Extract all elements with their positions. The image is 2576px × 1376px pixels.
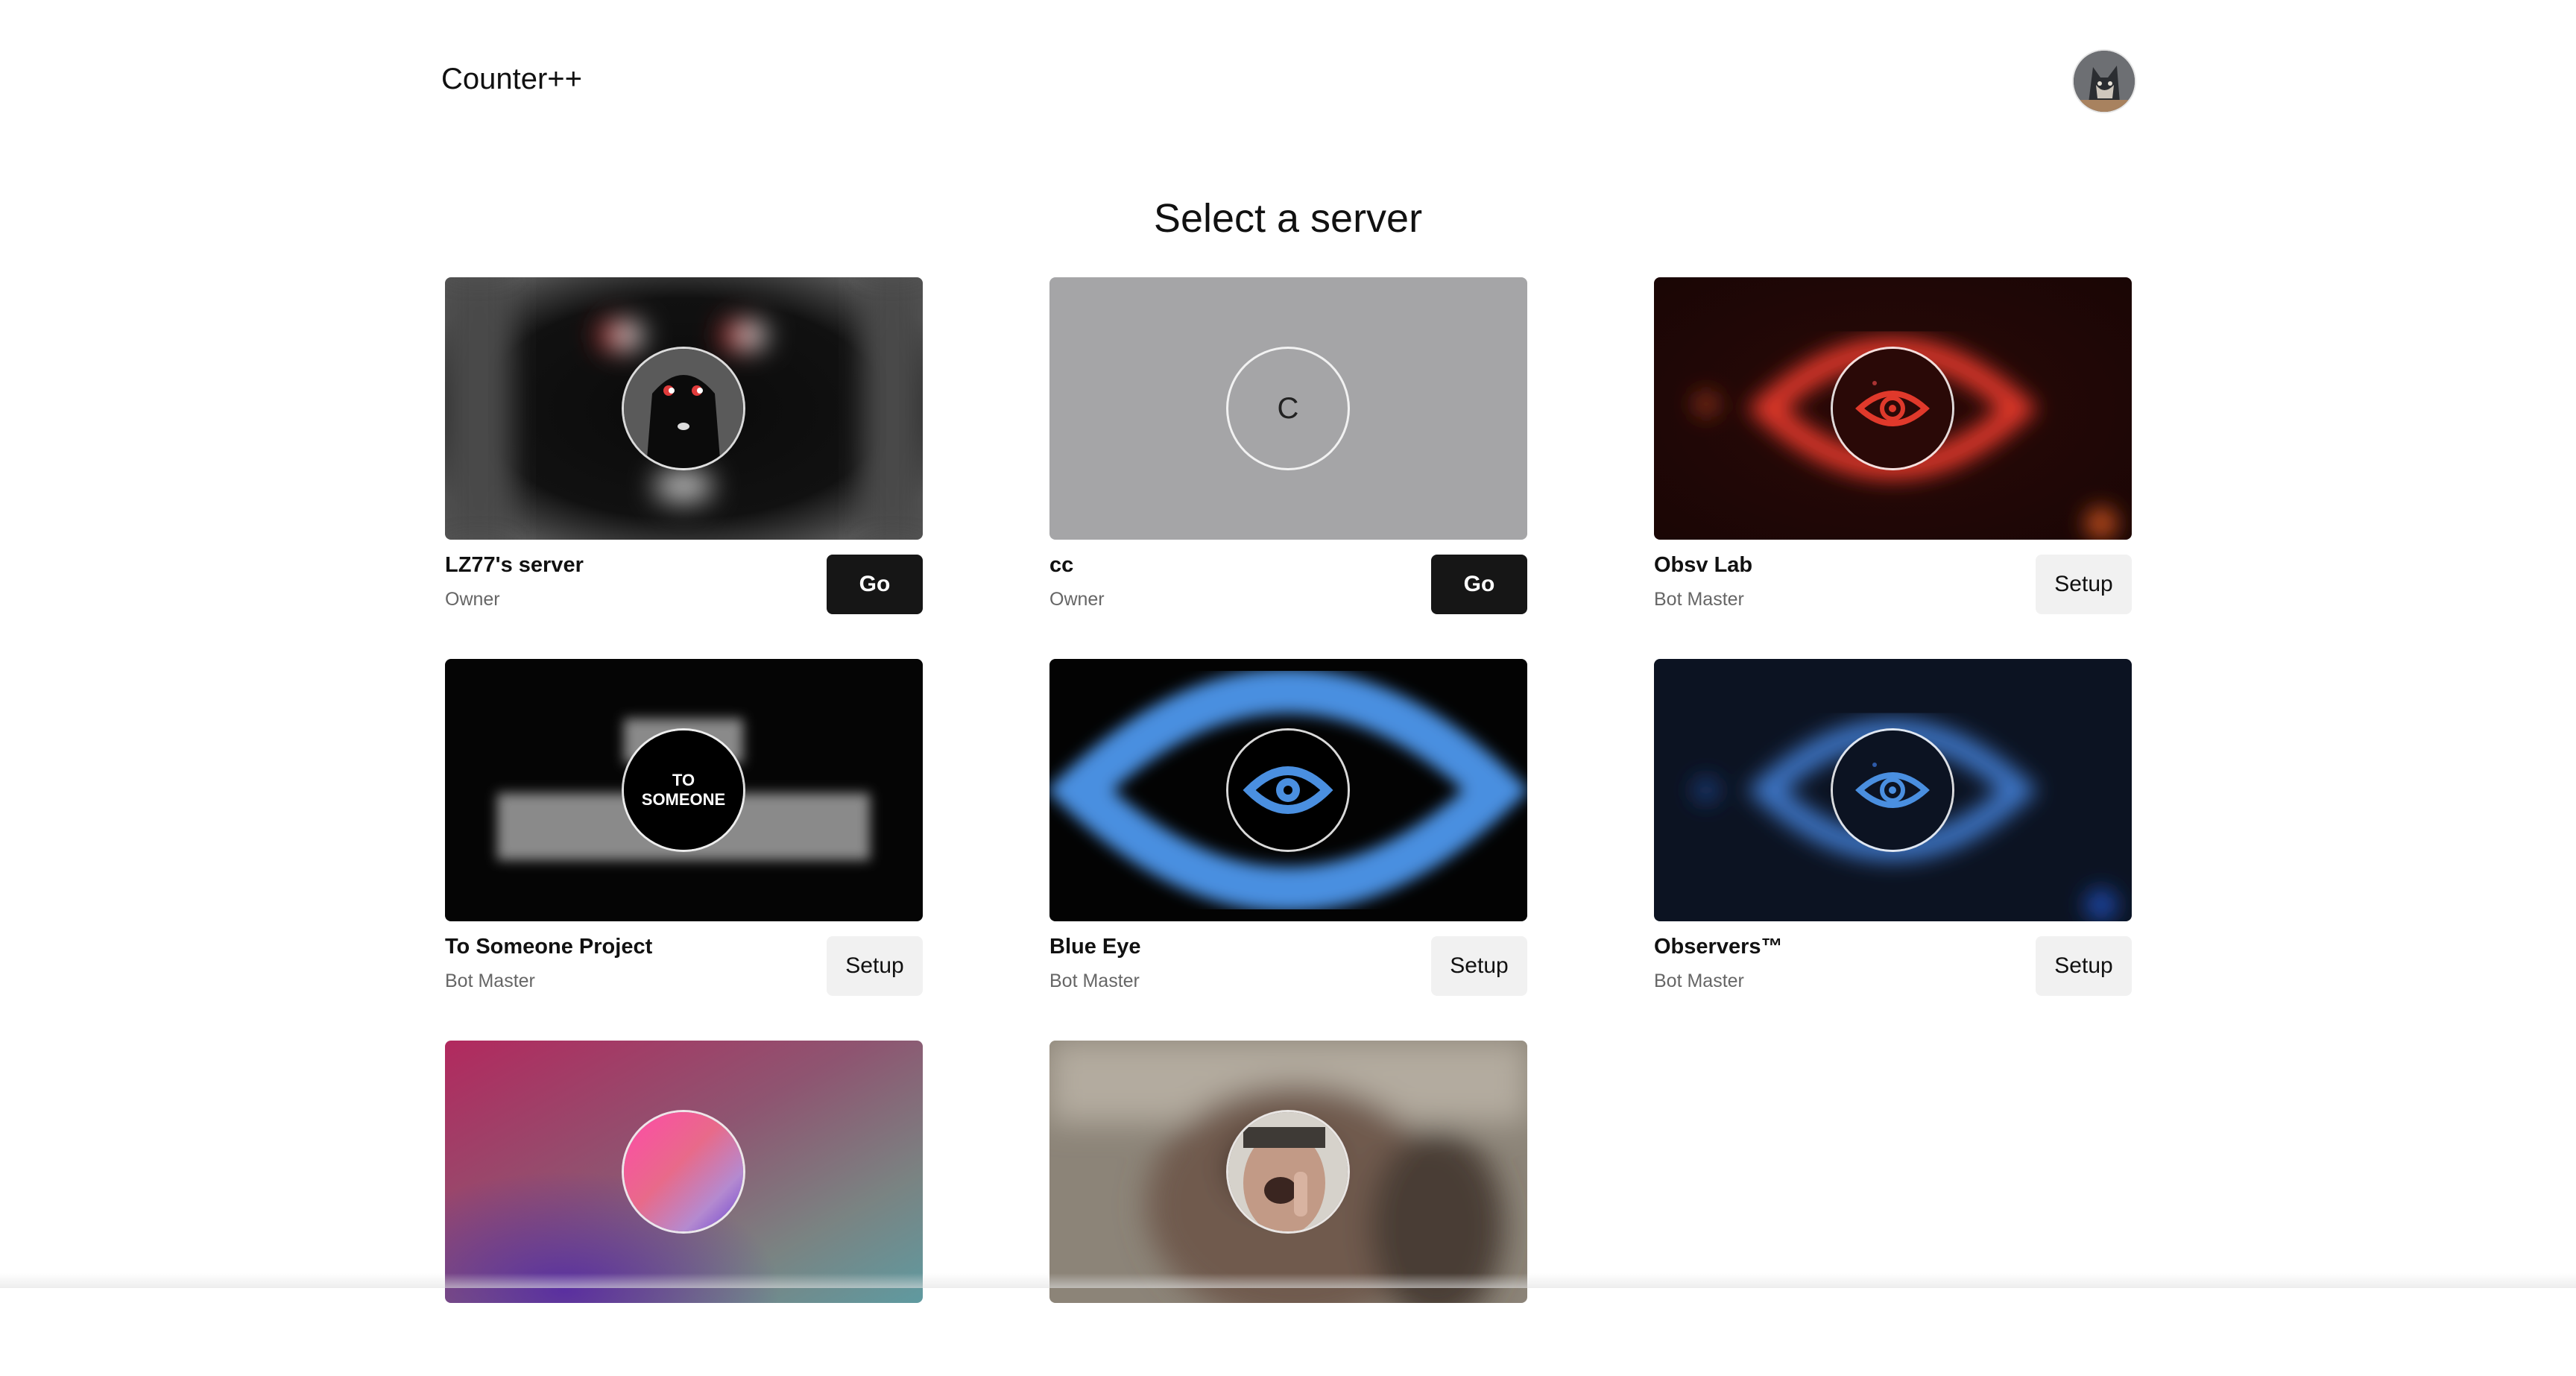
go-button[interactable]: Go xyxy=(827,555,923,614)
server-grid: LZ77's server Owner Go C cc Owner Go xyxy=(445,277,2132,1376)
server-icon: TO SOMEONE xyxy=(624,730,743,850)
avatar-image xyxy=(2074,51,2135,112)
page-title: Select a server xyxy=(0,195,2576,242)
server-banner[interactable] xyxy=(1049,1041,1527,1303)
server-card: Obsv Lab Bot Master Setup xyxy=(1654,277,2132,613)
setup-button[interactable]: Setup xyxy=(2036,936,2132,996)
server-icon xyxy=(624,349,743,468)
server-role: Bot Master xyxy=(1654,971,1744,992)
server-role: Owner xyxy=(445,589,500,610)
server-role: Bot Master xyxy=(1654,589,1744,610)
server-card: TO SOMEONE To Someone Project Bot Master… xyxy=(445,659,923,994)
server-name: To Someone Project xyxy=(445,935,652,959)
server-banner[interactable] xyxy=(1049,659,1527,921)
server-card: C cc Owner Go xyxy=(1049,277,1527,613)
setup-button[interactable]: Setup xyxy=(827,936,923,996)
red-eye-icon xyxy=(1833,349,1952,468)
server-card xyxy=(445,1041,923,1376)
server-card: Blue Eye Bot Master Setup xyxy=(1049,659,1527,994)
setup-button[interactable]: Setup xyxy=(2036,555,2132,614)
user-avatar[interactable] xyxy=(2074,51,2135,112)
server-banner[interactable] xyxy=(445,277,923,540)
photo-icon xyxy=(1228,1112,1348,1231)
server-icon: C xyxy=(1228,349,1348,468)
blue-eye-icon xyxy=(1228,730,1348,850)
gradient-orb-icon xyxy=(624,1112,743,1231)
blue-eye-icon xyxy=(1833,730,1952,850)
server-card: LZ77's server Owner Go xyxy=(445,277,923,613)
scroll-fade xyxy=(0,1273,2576,1288)
server-card xyxy=(1049,1041,1527,1376)
server-banner[interactable] xyxy=(1654,277,2132,540)
brand-logo-text[interactable]: Counter++ xyxy=(441,63,582,96)
setup-button[interactable]: Setup xyxy=(1431,936,1527,996)
server-name: Obsv Lab xyxy=(1654,553,1752,578)
server-role: Owner xyxy=(1049,589,1105,610)
server-initial: C xyxy=(1228,349,1348,468)
server-name: Observers™ xyxy=(1654,935,1783,959)
server-card: Observers™ Bot Master Setup xyxy=(1654,659,2132,994)
go-button[interactable]: Go xyxy=(1431,555,1527,614)
server-name: Blue Eye xyxy=(1049,935,1141,959)
server-name: LZ77's server xyxy=(445,553,584,578)
server-banner[interactable]: C xyxy=(1049,277,1527,540)
top-bar: Counter++ xyxy=(441,51,2135,110)
server-banner[interactable] xyxy=(445,1041,923,1303)
server-role: Bot Master xyxy=(445,971,535,992)
server-role: Bot Master xyxy=(1049,971,1140,992)
icon-text-line2: SOMEONE xyxy=(642,790,725,809)
server-banner[interactable]: TO SOMEONE xyxy=(445,659,923,921)
icon-text-line1: TO xyxy=(672,771,695,789)
server-banner[interactable] xyxy=(1654,659,2132,921)
server-name: cc xyxy=(1049,553,1073,578)
